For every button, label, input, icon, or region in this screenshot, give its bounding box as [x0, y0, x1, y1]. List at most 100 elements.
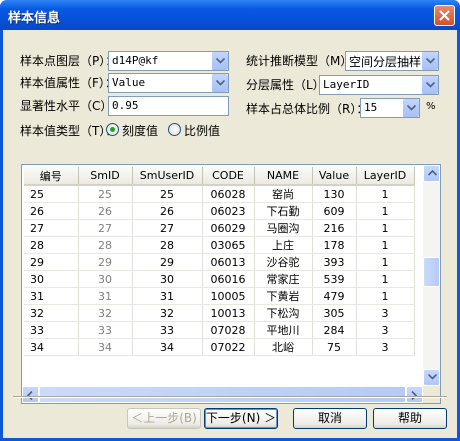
- table-cell: 25: [132, 185, 203, 203]
- chevron-up-icon: [428, 170, 437, 176]
- dialog-body: 样本点图层（P）： d14P@kf 样本值属性（F）： Value 显著性水平（…: [3, 30, 457, 438]
- ratio-select[interactable]: 15: [360, 98, 420, 118]
- radio-scale[interactable]: [106, 123, 119, 136]
- horizontal-scroll-thumb[interactable]: [39, 386, 406, 403]
- table-row[interactable]: 29 29 29 06013 沙谷驼 393 1: [24, 253, 415, 271]
- table-cell: 30: [24, 270, 79, 288]
- table-row[interactable]: 31 31 31 10005 下黄岩 479 1: [24, 287, 415, 305]
- table-cell: 216: [312, 219, 357, 237]
- dialog-window: 样本信息 样本点图层（P）： d14P@kf 样本值属性（F）： Value 显…: [0, 0, 460, 441]
- table-header-row: 编号 SmID SmUserID CODE NAME Value LayerID: [24, 167, 415, 186]
- table-cell: 27: [132, 219, 203, 237]
- model-label: 统计推断模型（M）：: [246, 54, 359, 68]
- ratio-label: 样本占总体比例（R）：: [246, 102, 369, 116]
- chevron-down-icon[interactable]: [211, 74, 228, 92]
- table-cell: 3: [356, 321, 415, 339]
- table-cell: 1: [356, 202, 415, 220]
- table-cell: 北峪: [254, 338, 313, 356]
- table-cell: 1: [356, 253, 415, 271]
- sample-layer-label: 样本点图层（P）：: [20, 54, 118, 68]
- chevron-down-icon[interactable]: [211, 52, 228, 70]
- table-cell: 33: [78, 321, 133, 339]
- column-header[interactable]: SmUserID: [132, 167, 203, 186]
- table-cell: 07028: [202, 321, 255, 339]
- sample-field-value: Value: [112, 76, 146, 89]
- data-table: 编号 SmID SmUserID CODE NAME Value LayerID 25 25 2…: [24, 167, 415, 356]
- scroll-down-button[interactable]: [423, 369, 440, 386]
- scroll-up-button[interactable]: [423, 165, 440, 182]
- table-cell: 26: [132, 202, 203, 220]
- table-row[interactable]: 33 33 33 07028 平地川 284 3: [24, 321, 415, 339]
- radio-scale-label[interactable]: 刻度值: [122, 122, 158, 139]
- table-cell: 平地川: [254, 321, 313, 339]
- layer-attr-value: LayerID: [323, 78, 370, 91]
- table-cell: 10005: [202, 287, 255, 305]
- table-cell: 06013: [202, 253, 255, 271]
- table-cell: 窑尚: [254, 185, 313, 203]
- scroll-right-button[interactable]: [406, 386, 423, 403]
- table-row[interactable]: 28 28 28 03065 上庄 178 1: [24, 236, 415, 254]
- table-cell: 29: [78, 253, 133, 271]
- table-cell: 马圈沟: [254, 219, 313, 237]
- column-header[interactable]: SmID: [78, 167, 133, 186]
- sample-field-select[interactable]: Value: [108, 73, 229, 93]
- table-cell: 32: [132, 304, 203, 322]
- table-cell: 609: [312, 202, 357, 220]
- significance-input[interactable]: 0.95: [108, 96, 229, 116]
- table-cell: 28: [78, 236, 133, 254]
- back-button[interactable]: ＜上一步(B): [127, 408, 201, 429]
- vertical-scroll-thumb[interactable]: [423, 257, 440, 287]
- table-cell: 34: [132, 338, 203, 356]
- table-cell: 30: [132, 270, 203, 288]
- model-select[interactable]: 空间分层抽样: [345, 51, 439, 71]
- table-cell: 03065: [202, 236, 255, 254]
- table-cell: 3: [356, 338, 415, 356]
- column-header[interactable]: 编号: [24, 167, 79, 186]
- table-cell: 31: [132, 287, 203, 305]
- table-cell: 06023: [202, 202, 255, 220]
- layer-attr-select[interactable]: LayerID: [319, 75, 439, 95]
- sample-layer-value: d14P@kf: [112, 54, 159, 67]
- table-cell: 284: [312, 321, 357, 339]
- table-cell: 130: [312, 185, 357, 203]
- scroll-left-button[interactable]: [22, 386, 39, 403]
- table-row[interactable]: 34 34 34 07022 北峪 75 3: [24, 338, 415, 356]
- table-row[interactable]: 26 26 26 06023 下石勤 609 1: [24, 202, 415, 220]
- help-button[interactable]: 帮助: [373, 408, 447, 429]
- column-header[interactable]: LayerID: [356, 167, 415, 186]
- table-cell: 27: [78, 219, 133, 237]
- sample-table[interactable]: 编号 SmID SmUserID CODE NAME Value LayerID 25 25 2…: [21, 164, 441, 404]
- column-header[interactable]: Value: [312, 167, 357, 186]
- vertical-scrollbar[interactable]: [423, 165, 440, 386]
- table-cell: 1: [356, 185, 415, 203]
- cancel-button[interactable]: 取消: [293, 408, 367, 429]
- title-bar[interactable]: 样本信息: [0, 0, 460, 30]
- table-cell: 07022: [202, 338, 255, 356]
- table-row[interactable]: 32 32 32 10013 下松沟 305 3: [24, 304, 415, 322]
- next-button[interactable]: 下一步(N) ＞: [204, 408, 278, 429]
- table-cell: 29: [132, 253, 203, 271]
- chevron-down-icon[interactable]: [421, 76, 438, 94]
- table-cell: 34: [78, 338, 133, 356]
- table-cell: 1: [356, 236, 415, 254]
- table-cell: 31: [78, 287, 133, 305]
- table-row[interactable]: 30 30 30 06016 常家庄 539 1: [24, 270, 415, 288]
- column-header[interactable]: CODE: [202, 167, 255, 186]
- table-cell: 27: [24, 219, 79, 237]
- column-header[interactable]: NAME: [254, 167, 313, 186]
- close-button[interactable]: [434, 5, 455, 26]
- chevron-down-icon[interactable]: [421, 52, 438, 70]
- chevron-down-icon[interactable]: [402, 99, 419, 117]
- sample-field-label: 样本值属性（F）：: [20, 76, 117, 90]
- sample-layer-select[interactable]: d14P@kf: [108, 51, 229, 71]
- table-cell: 06016: [202, 270, 255, 288]
- table-cell: 下松沟: [254, 304, 313, 322]
- table-cell: 下黄岩: [254, 287, 313, 305]
- table-row[interactable]: 25 25 25 06028 窑尚 130 1: [24, 185, 415, 203]
- table-row[interactable]: 27 27 27 06029 马圈沟 216 1: [24, 219, 415, 237]
- table-cell: 1: [356, 287, 415, 305]
- horizontal-scrollbar[interactable]: [22, 386, 423, 403]
- radio-ratio[interactable]: [168, 123, 181, 136]
- table-cell: 1: [356, 219, 415, 237]
- radio-ratio-label[interactable]: 比例值: [184, 122, 220, 139]
